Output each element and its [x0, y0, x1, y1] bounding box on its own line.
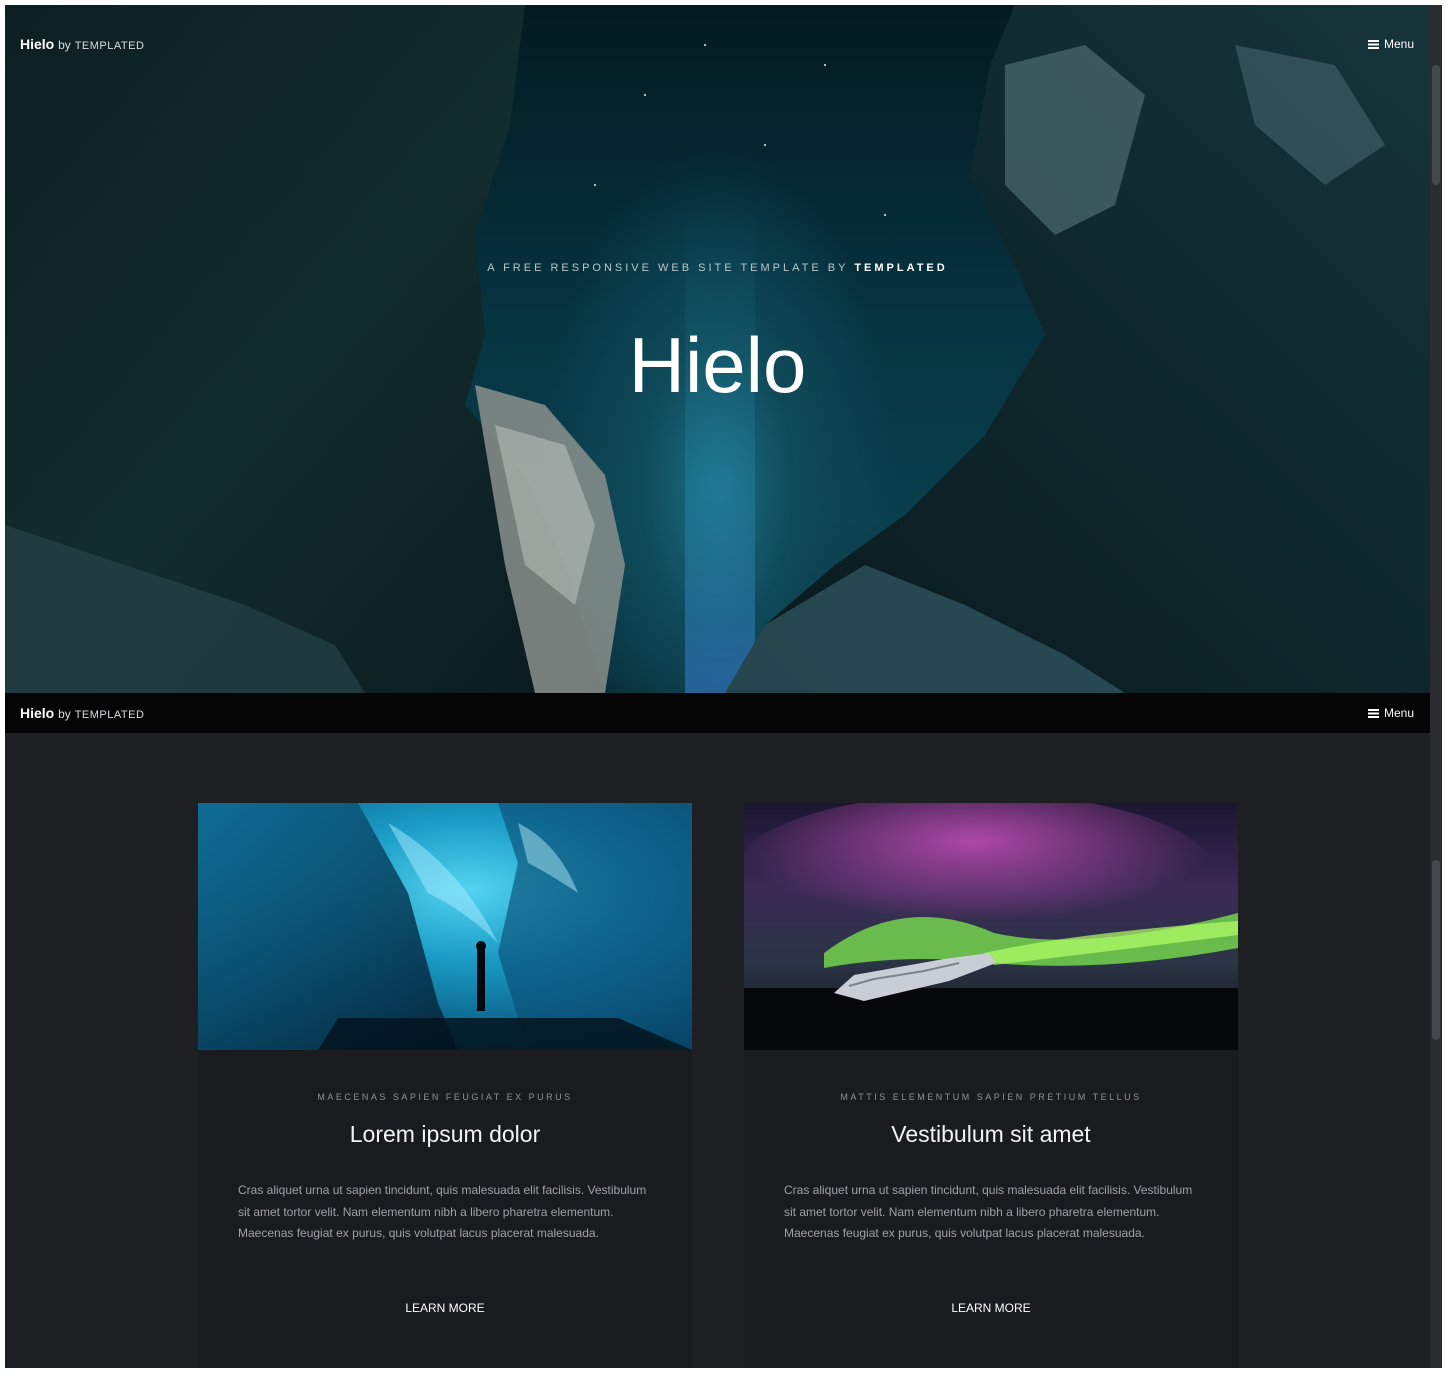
menu-button-sticky[interactable]: Menu	[1367, 706, 1414, 720]
hero-subtitle-text: A FREE RESPONSIVE WEB SITE TEMPLATE BY	[487, 262, 849, 274]
learn-more-link[interactable]: LEARN MORE	[198, 1301, 692, 1315]
card-eyebrow: MATTIS ELEMENTUM SAPIEN PRETIUM TELLUS	[840, 1092, 1142, 1102]
scrollbar-thumb[interactable]	[1432, 65, 1440, 185]
card-body-text: Cras aliquet urna ut sapien tincidunt, q…	[238, 1183, 647, 1240]
card-image-ice-cave	[198, 803, 692, 1050]
card-title: Vestibulum sit amet	[891, 1121, 1091, 1147]
menu-label: Menu	[1383, 37, 1414, 51]
page-scrollbar[interactable]	[1430, 5, 1442, 1368]
logo-brand: Hielo	[20, 36, 55, 52]
logo-maker: TEMPLATED	[74, 709, 145, 721]
top-navigation: Hielo by TEMPLATED Menu	[5, 5, 1430, 85]
ice-cave-photo	[198, 803, 692, 1050]
scrollbar-thumb[interactable]	[1432, 860, 1440, 1040]
sticky-navigation: Hielo by TEMPLATED Menu	[5, 693, 1430, 733]
logo-by: by	[58, 707, 71, 721]
menu-button[interactable]: Menu	[1367, 37, 1414, 51]
menu-label: Menu	[1383, 706, 1414, 720]
hero-banner: Hielo by TEMPLATED Menu A FREE RESPONSIV…	[5, 5, 1430, 693]
card-image-aurora-plane	[744, 803, 1238, 1050]
card-eyebrow: MAECENAS SAPIEN FEUGIAT EX PURUS	[317, 1092, 573, 1102]
hero-subtitle-maker: TEMPLATED	[854, 262, 948, 274]
browser-viewport: Hielo by TEMPLATED Menu A FREE RESPONSIV…	[5, 5, 1442, 1368]
card-title: Lorem ipsum dolor	[349, 1121, 541, 1147]
learn-more-link[interactable]: LEARN MORE	[744, 1301, 1238, 1315]
logo-by: by	[58, 38, 71, 52]
feature-card-1: MAECENAS SAPIEN FEUGIAT EX PURUS Lorem i…	[198, 803, 692, 1368]
site-logo[interactable]: Hielo by TEMPLATED	[20, 36, 144, 52]
logo-brand: Hielo	[20, 705, 55, 721]
hero-subtitle: A FREE RESPONSIVE WEB SITE TEMPLATE BY T…	[5, 262, 1430, 274]
hamburger-icon	[1367, 709, 1379, 718]
site-logo-sticky[interactable]: Hielo by TEMPLATED	[20, 705, 144, 721]
hero-title: Hielo	[628, 321, 807, 409]
logo-maker: TEMPLATED	[74, 40, 145, 52]
card-body-text: Cras aliquet urna ut sapien tincidunt, q…	[784, 1183, 1193, 1240]
feature-card-2: MATTIS ELEMENTUM SAPIEN PRETIUM TELLUS V…	[744, 803, 1238, 1368]
hamburger-icon	[1367, 40, 1379, 49]
aurora-plane-photo	[744, 803, 1238, 1050]
